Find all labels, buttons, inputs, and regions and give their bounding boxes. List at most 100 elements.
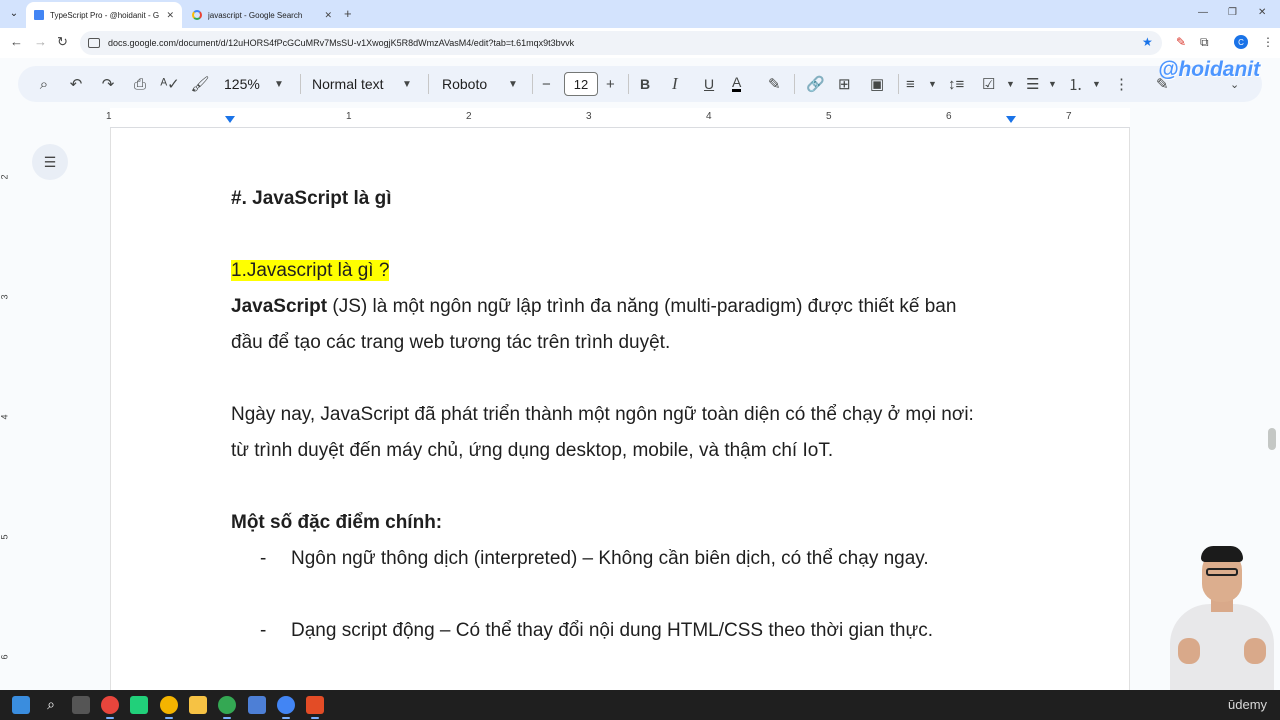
align-dropdown-icon[interactable]: ▼	[928, 74, 937, 94]
vertical-ruler-label: 4	[0, 414, 10, 420]
reload-icon[interactable]: ↻	[57, 34, 68, 50]
spellcheck-icon[interactable]: ᴬ✓	[160, 74, 180, 94]
ruler-label: 7	[1066, 111, 1072, 122]
decrease-font-size-icon[interactable]: −	[542, 74, 551, 94]
ruler-label: 2	[466, 111, 472, 122]
print-icon[interactable]: ⎙	[130, 74, 150, 94]
toolbar-divider	[300, 74, 301, 94]
close-tab-icon[interactable]: ✕	[166, 10, 174, 21]
bullet-marker: -	[260, 620, 267, 641]
paragraph-style-select[interactable]: Normal text	[312, 74, 384, 94]
features-title: Một số đặc điểm chính:	[231, 512, 443, 533]
ruler-label: 1	[346, 111, 352, 122]
extensions-puzzle-icon[interactable]: ⧉	[1200, 35, 1209, 50]
paragraph-line: Ngày nay, JavaScript đã phát triển thành…	[231, 404, 974, 425]
paragraph-line: JavaScript (JS) là một ngôn ngữ lập trìn…	[231, 296, 956, 318]
vertical-ruler: 2 3 4 5 6	[0, 128, 14, 690]
text-color-button[interactable]: A	[732, 74, 742, 92]
left-indent-marker[interactable]	[225, 116, 235, 123]
document-heading: #. JavaScript là gì	[231, 188, 392, 209]
google-icon	[192, 10, 202, 20]
tab-title: TypeScript Pro - @hoidanit - G	[50, 10, 160, 20]
insert-image-icon[interactable]: ▣	[870, 74, 884, 94]
align-left-icon[interactable]: ≡	[906, 74, 915, 94]
new-tab-icon[interactable]: +	[344, 6, 352, 21]
line-spacing-icon[interactable]: ↕≡	[948, 74, 964, 94]
chrome-profile-icon[interactable]	[160, 696, 178, 719]
scrollbar-thumb[interactable]	[1268, 428, 1276, 450]
ruler-label: 1	[106, 111, 112, 122]
right-indent-marker[interactable]	[1006, 116, 1016, 123]
close-tab-icon[interactable]: ✕	[324, 10, 332, 21]
numbered-dropdown-icon[interactable]: ▼	[1092, 74, 1101, 94]
file-explorer-icon[interactable]	[189, 696, 207, 714]
vertical-ruler-label: 5	[0, 534, 10, 540]
restore-icon[interactable]: ❐	[1228, 7, 1237, 18]
font-dropdown-icon[interactable]: ▼	[508, 74, 518, 94]
vertical-ruler-label: 2	[0, 174, 10, 180]
checklist-dropdown-icon[interactable]: ▼	[1006, 74, 1015, 94]
presenter-hair	[1201, 546, 1243, 562]
numbered-list-icon[interactable]: ⒈	[1068, 74, 1083, 94]
hoidanit-watermark: @hoidanit	[1158, 58, 1261, 81]
toolbar-divider	[428, 74, 429, 94]
taskbar-search-icon[interactable]: ⌕	[42, 696, 60, 714]
paragraph-line: đầu để tạo các trang web tương tác trên …	[231, 332, 671, 353]
zoom-select[interactable]: 125%	[224, 74, 260, 94]
android-studio-icon[interactable]	[130, 696, 148, 714]
presenter-right-hand	[1244, 638, 1266, 664]
chrome-window-icon[interactable]	[277, 696, 295, 719]
windows-start-icon[interactable]	[12, 696, 30, 714]
close-window-icon[interactable]: ✕	[1258, 7, 1266, 18]
presenter-left-hand	[1178, 638, 1200, 664]
notepad-icon[interactable]	[248, 696, 266, 714]
paragraph-text: (JS) là một ngôn ngữ lập trình đa năng (…	[327, 296, 957, 317]
italic-button[interactable]: I	[672, 74, 678, 94]
undo-icon[interactable]: ↶	[66, 74, 86, 94]
increase-font-size-icon[interactable]: +	[606, 74, 615, 94]
document-outline-icon[interactable]: ☰	[32, 144, 68, 180]
toolbar-divider	[794, 74, 795, 94]
bullet-marker: -	[260, 548, 267, 569]
address-bar[interactable]: docs.google.com/document/d/12uHORS4fPcGC…	[80, 31, 1162, 55]
site-info-icon[interactable]	[88, 38, 100, 48]
add-comment-icon[interactable]: ⊞	[838, 74, 851, 94]
redo-icon[interactable]: ↷	[98, 74, 118, 94]
underline-button[interactable]: U	[704, 74, 714, 94]
back-icon[interactable]: ←	[10, 34, 23, 49]
chrome-app-icon[interactable]	[218, 696, 236, 719]
highlighted-text: 1.Javascript là gì ?	[231, 260, 390, 281]
ruler-label: 5	[826, 111, 832, 122]
task-view-icon[interactable]	[72, 696, 90, 714]
bold-term: JavaScript	[231, 296, 328, 317]
presenter-webcam	[1164, 540, 1280, 690]
bullet-dropdown-icon[interactable]: ▼	[1048, 74, 1057, 94]
browser-menu-icon[interactable]: ⋮	[1262, 35, 1274, 49]
checklist-icon[interactable]: ☑	[982, 74, 995, 94]
bookmark-star-icon[interactable]: ★	[1142, 35, 1153, 49]
udemy-logo: ūdemy	[1228, 697, 1268, 712]
vertical-ruler-label: 3	[0, 294, 10, 300]
font-size-input[interactable]: 12	[564, 72, 598, 96]
forward-icon[interactable]: →	[34, 34, 47, 49]
recording-app-icon[interactable]	[306, 696, 324, 719]
style-dropdown-icon[interactable]: ▼	[402, 74, 412, 94]
insert-link-icon[interactable]: 🔗	[806, 74, 825, 94]
highlight-color-icon[interactable]: ✎	[768, 74, 781, 94]
chrome-icon[interactable]	[101, 696, 119, 719]
pen-extension-icon[interactable]: ✎	[1176, 35, 1186, 49]
tab-javascript-search[interactable]: javascript - Google Search ✕	[184, 2, 340, 28]
bulleted-list-icon[interactable]: ☰	[1026, 74, 1039, 94]
profile-avatar[interactable]: C	[1234, 35, 1248, 49]
toolbar-divider	[532, 74, 533, 94]
search-menus-icon[interactable]: ⌕	[34, 74, 54, 94]
ruler-label: 3	[586, 111, 592, 122]
font-select[interactable]: Roboto	[442, 74, 487, 94]
more-options-icon[interactable]: ⋮	[1114, 74, 1129, 94]
tab-search-chevron-icon[interactable]: ⌄	[6, 5, 22, 21]
paint-format-icon[interactable]: 🖌	[190, 74, 210, 94]
tab-typescript-pro[interactable]: TypeScript Pro - @hoidanit - G ✕	[26, 2, 182, 28]
minimize-icon[interactable]: —	[1198, 7, 1208, 18]
zoom-dropdown-icon[interactable]: ▼	[274, 74, 284, 94]
bold-button[interactable]: B	[640, 74, 650, 94]
